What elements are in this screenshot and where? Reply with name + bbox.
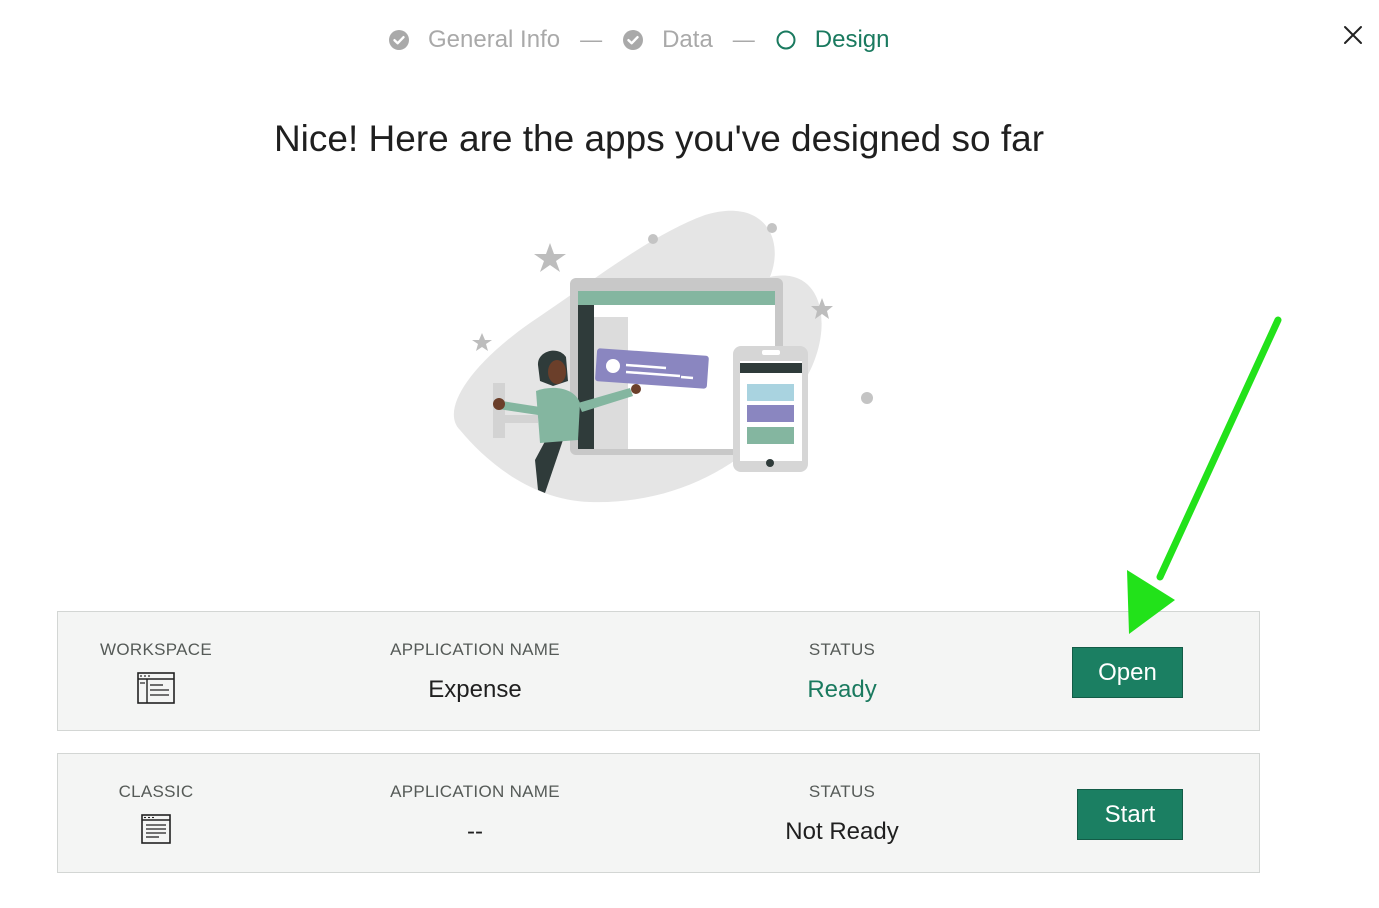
status-value: Not Ready bbox=[785, 818, 899, 845]
workspace-layout-icon bbox=[137, 672, 175, 709]
status-value: Ready bbox=[807, 676, 877, 703]
app-name-header: APPLICATION NAME bbox=[390, 640, 560, 659]
step-separator: — bbox=[580, 27, 603, 52]
app-card-workspace: WORKSPACE APPLICATION NAME Expense STATU… bbox=[57, 611, 1260, 731]
page-title: Nice! Here are the apps you've designed … bbox=[273, 118, 1045, 159]
circle-outline-icon bbox=[775, 29, 797, 51]
step-general-info: General Info bbox=[388, 26, 560, 54]
step-data: Data bbox=[622, 26, 713, 54]
classic-document-icon bbox=[141, 814, 171, 849]
close-icon bbox=[1344, 26, 1362, 44]
apps-illustration bbox=[453, 210, 873, 503]
app-type-column: CLASSIC bbox=[58, 754, 254, 872]
app-name-column: APPLICATION NAME -- bbox=[375, 754, 575, 872]
app-name-value: Expense bbox=[428, 676, 522, 703]
check-circle-icon bbox=[388, 29, 410, 51]
app-name-value: -- bbox=[467, 818, 483, 845]
app-type-label: CLASSIC bbox=[118, 782, 194, 801]
status-column: STATUS Ready bbox=[742, 612, 942, 730]
design-step-dialog: General Info — Data — Design Nice! Here … bbox=[0, 0, 1379, 908]
close-button[interactable] bbox=[1338, 20, 1368, 50]
app-type-column: WORKSPACE bbox=[58, 612, 254, 730]
step-separator: — bbox=[732, 27, 755, 52]
step-label: General Info bbox=[428, 26, 561, 53]
step-label: Data bbox=[662, 26, 713, 53]
status-header: STATUS bbox=[808, 782, 876, 801]
open-button[interactable]: Open bbox=[1072, 647, 1183, 698]
check-circle-icon bbox=[622, 29, 644, 51]
app-card-classic: CLASSIC APPLICATION NAME -- STATUS Not R… bbox=[57, 753, 1260, 873]
app-name-header: APPLICATION NAME bbox=[390, 782, 560, 801]
progress-stepper: General Info — Data — Design bbox=[388, 26, 890, 54]
app-type-label: WORKSPACE bbox=[100, 640, 212, 659]
step-design: Design bbox=[775, 26, 890, 54]
status-column: STATUS Not Ready bbox=[742, 754, 942, 872]
start-button[interactable]: Start bbox=[1077, 789, 1183, 840]
status-header: STATUS bbox=[808, 640, 876, 659]
annotation-arrow-icon bbox=[1127, 316, 1282, 634]
step-label: Design bbox=[814, 26, 890, 53]
app-name-column: APPLICATION NAME Expense bbox=[375, 612, 575, 730]
